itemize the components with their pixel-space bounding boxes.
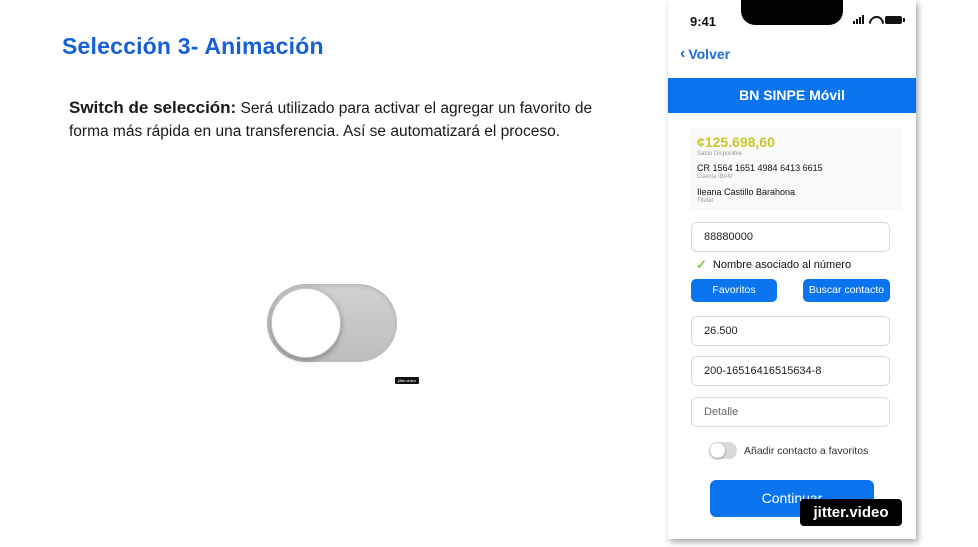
jitter-watermark: jitter.video xyxy=(800,499,902,526)
add-favorite-label: Añadir contacto a favoritos xyxy=(744,444,869,457)
description-bold: Switch de selección: xyxy=(69,98,237,117)
balance-label: Saldo Disponible xyxy=(697,151,743,157)
holder-name: Ileana Castillo Barahona xyxy=(697,187,796,197)
wifi-icon xyxy=(869,16,880,24)
large-switch-demo[interactable] xyxy=(267,284,397,362)
balance-amount: ¢125.698,60 xyxy=(697,134,775,150)
account-label: Cuenta IBAN xyxy=(697,174,733,180)
add-favorite-switch-knob xyxy=(710,443,725,458)
add-favorite-row: Añadir contacto a favoritos xyxy=(709,442,868,459)
signal-icon xyxy=(853,15,864,24)
amount-field[interactable]: 26.500 xyxy=(691,316,890,346)
status-icons xyxy=(853,15,905,24)
check-icon: ✓ xyxy=(696,257,707,272)
detail-field[interactable]: Detalle xyxy=(691,397,890,427)
holder-label: Titular xyxy=(697,198,714,204)
reference-field[interactable]: 200-16516416515634-8 xyxy=(691,356,890,386)
name-check-row: ✓ Nombre asociado al número xyxy=(696,257,851,273)
back-button[interactable]: ‹ Volver xyxy=(680,45,730,63)
search-contact-button[interactable]: Buscar contacto xyxy=(803,279,890,302)
status-bar: 9:41 xyxy=(668,0,916,40)
phone-number-field[interactable]: 88880000 xyxy=(691,222,890,252)
favorites-button[interactable]: Favoritos xyxy=(691,279,777,302)
chevron-left-icon: ‹ xyxy=(680,45,686,62)
app-header: BN SINPE Móvil xyxy=(668,78,916,113)
phone-notch xyxy=(741,0,843,25)
battery-icon xyxy=(885,15,905,24)
slide-description: Switch de selección: Será utilizado para… xyxy=(69,96,614,143)
status-time: 9:41 xyxy=(690,14,717,29)
large-switch-knob xyxy=(271,288,341,358)
add-favorite-switch[interactable] xyxy=(709,442,737,459)
phone-mockup: 9:41 ‹ Volver BN SINPE Móvil ¢125.698,60… xyxy=(668,0,916,539)
account-number: CR 1564 1651 4984 6413 6615 xyxy=(697,163,823,173)
slide-title: Selección 3- Animación xyxy=(62,33,324,59)
small-watermark: jitter.video xyxy=(395,377,419,384)
name-check-label: Nombre asociado al número xyxy=(712,259,852,271)
back-label: Volver xyxy=(688,46,731,62)
